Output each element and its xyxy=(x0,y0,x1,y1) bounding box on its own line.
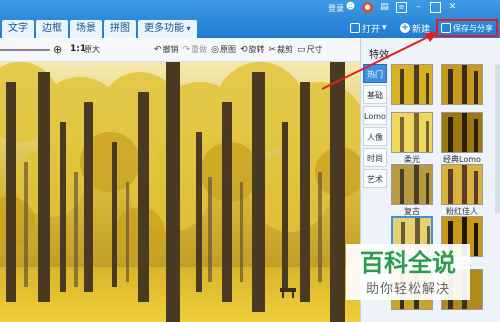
new-button[interactable]: + 新建 xyxy=(400,20,430,36)
effect-thumbnail-soft-light[interactable] xyxy=(391,112,433,153)
thumbnail-image xyxy=(392,165,432,204)
folder-icon xyxy=(350,23,360,33)
effect-thumbnail-retro[interactable] xyxy=(391,164,433,205)
maximize-icon[interactable] xyxy=(430,2,441,13)
effect-thumbnail[interactable] xyxy=(391,64,433,105)
size-label: 尺寸 xyxy=(306,45,323,54)
effects-scrollbar[interactable] xyxy=(495,64,500,214)
redo-label: 重做 xyxy=(191,45,208,54)
feature-tabs: 文字 边框 场景 拼图 更多功能 xyxy=(0,20,197,38)
redo-button[interactable]: ↷ 重做 xyxy=(183,44,208,55)
user-icon[interactable]: ☻ xyxy=(345,2,356,13)
thumbnail-image xyxy=(392,113,432,152)
crop-label: 裁剪 xyxy=(277,45,294,54)
undo-label: 撤销 xyxy=(162,45,179,54)
tab-border[interactable]: 边框 xyxy=(36,20,68,38)
category-lomo[interactable]: Lomo xyxy=(363,106,387,125)
category-fashion[interactable]: 时尚 xyxy=(363,148,387,167)
category-art[interactable]: 艺术 xyxy=(363,169,387,188)
weibo-icon[interactable]: ● xyxy=(362,2,373,13)
login-link[interactable]: 登录 xyxy=(328,3,344,14)
crop-button[interactable]: ✂ 裁剪 xyxy=(269,44,294,55)
zoom-icon[interactable]: ⊕ xyxy=(53,43,62,56)
zoom-slider[interactable] xyxy=(0,49,50,51)
thumbnail-image xyxy=(442,165,482,204)
minimize-icon[interactable]: – xyxy=(413,2,424,13)
close-icon[interactable]: ✕ xyxy=(447,2,458,13)
original-label: 原图 xyxy=(219,45,236,54)
window-controls: ☻ ● ▤ ≡ – ✕ xyxy=(345,2,458,13)
undo-button[interactable]: ↶ 撤销 xyxy=(154,44,179,55)
tab-text[interactable]: 文字 xyxy=(2,20,34,38)
tab-collage[interactable]: 拼图 xyxy=(104,20,136,38)
watermark-logo-text: 百科全说 xyxy=(360,249,456,276)
watermark-logo: 百科全说 xyxy=(360,249,456,276)
thumbnail-image xyxy=(442,65,482,104)
thumbnail-image xyxy=(442,113,482,152)
edit-tools: ↶ 撤销 ↷ 重做 ◎ 原图 ⟲ 旋转 ✂ 裁剪 ▭ 尺寸 xyxy=(154,44,323,55)
chevron-down-icon: ▾ xyxy=(382,23,387,33)
effect-thumbnail-pink-lady[interactable] xyxy=(441,164,483,205)
main-menu-bar: 文字 边框 场景 拼图 更多功能 登录 ☻ ● ▤ ≡ – ✕ 打开 ▾ + 新… xyxy=(0,0,500,38)
undo-icon: ↶ xyxy=(154,44,162,55)
save-icon xyxy=(441,23,451,33)
watermark: 百科全说 助你轻松解决 xyxy=(346,244,470,300)
watermark-subtitle: 助你轻松解决 xyxy=(365,282,450,297)
category-basic[interactable]: 基础 xyxy=(363,85,387,104)
effects-title: 特效 xyxy=(369,50,389,61)
actual-size-button[interactable]: 原大 xyxy=(84,44,100,55)
effect-thumbnail[interactable] xyxy=(441,64,483,105)
open-button[interactable]: 打开 ▾ xyxy=(350,20,387,36)
plus-icon: + xyxy=(400,23,410,33)
tab-more-features[interactable]: 更多功能 xyxy=(138,20,197,38)
ginkgo-forest-photo xyxy=(0,62,360,322)
save-share-button[interactable]: 保存与分享 xyxy=(436,19,498,37)
new-label: 新建 xyxy=(412,24,431,35)
rotate-button[interactable]: ⟲ 旋转 xyxy=(240,44,265,55)
skin-icon[interactable]: ▤ xyxy=(379,2,390,13)
redo-icon: ↷ xyxy=(182,44,191,55)
edit-toolbar: ⊕ 1:1 原大 ↶ 撤销 ↷ 重做 ◎ 原图 ⟲ 旋转 ✂ 裁剪 ▭ 尺寸 xyxy=(0,38,360,62)
save-share-label: 保存与分享 xyxy=(453,23,493,33)
rotate-icon: ⟲ xyxy=(239,44,248,55)
scissors-icon: ✂ xyxy=(268,44,277,55)
tab-scene[interactable]: 场景 xyxy=(70,20,102,38)
resize-icon: ▭ xyxy=(297,44,306,55)
category-hot[interactable]: 热门 xyxy=(363,64,387,83)
photo-canvas[interactable] xyxy=(0,62,360,322)
effect-thumbnail-classic-lomo[interactable] xyxy=(441,112,483,153)
category-portrait[interactable]: 人像 xyxy=(363,127,387,146)
rotate-label: 旋转 xyxy=(248,45,265,54)
menu-icon[interactable]: ≡ xyxy=(396,2,407,13)
resize-button[interactable]: ▭ 尺寸 xyxy=(297,44,323,55)
open-label: 打开 xyxy=(362,24,381,35)
original-button[interactable]: ◎ 原图 xyxy=(211,44,236,55)
original-icon: ◎ xyxy=(211,44,219,55)
effect-categories: 热门 基础 Lomo 人像 时尚 艺术 xyxy=(363,64,387,190)
thumbnail-image xyxy=(392,65,432,104)
